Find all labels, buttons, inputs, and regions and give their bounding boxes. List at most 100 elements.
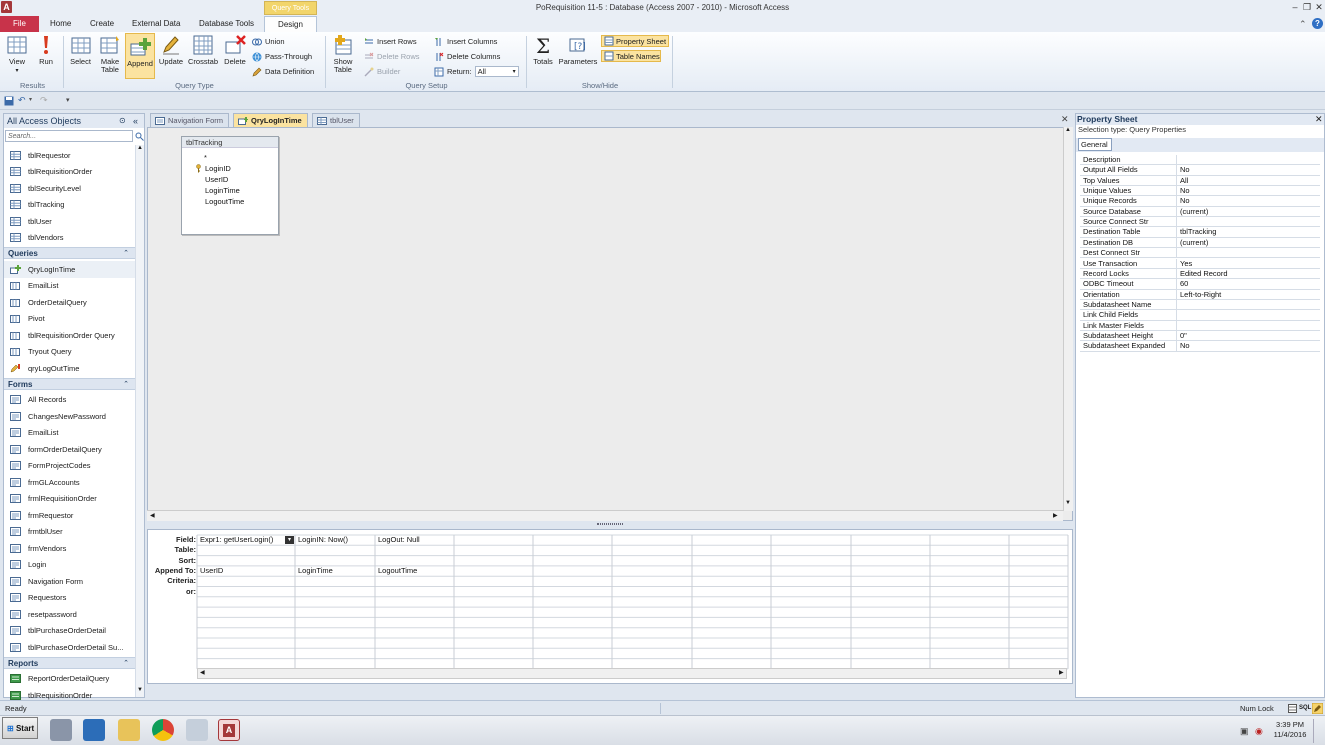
- field-logouttime[interactable]: LogoutTime: [182, 196, 278, 207]
- property-row[interactable]: Destination Table tblTracking: [1080, 227, 1320, 238]
- server-manager-icon[interactable]: [50, 719, 72, 741]
- property-sheet-button[interactable]: Property Sheet: [601, 35, 669, 47]
- nav-item-form[interactable]: frmtblUser: [4, 524, 135, 541]
- union-button[interactable]: Union: [252, 34, 322, 49]
- powershell-icon[interactable]: [83, 719, 105, 741]
- property-row[interactable]: Orientation Left-to-Right: [1080, 289, 1320, 300]
- property-row[interactable]: Top Values All: [1080, 175, 1320, 187]
- nav-group-queries[interactable]: Queries ⌃: [4, 247, 135, 259]
- field-logintime[interactable]: LoginTime: [182, 185, 278, 196]
- grid-field-cell[interactable]: LoginIN: Now(): [295, 535, 375, 545]
- field-dropdown-arrow[interactable]: ▾: [285, 536, 294, 544]
- view-button[interactable]: View ▾: [5, 34, 29, 75]
- nav-item-table[interactable]: tblSecurityLevel: [4, 180, 135, 197]
- tab-home[interactable]: Home: [44, 16, 77, 32]
- nav-item-table[interactable]: tblVendors: [4, 230, 135, 247]
- save-icon[interactable]: [4, 96, 14, 106]
- tab-file[interactable]: File: [0, 16, 39, 32]
- scroll-right-icon[interactable]: ▶: [1059, 669, 1064, 676]
- nav-item-table[interactable]: tblTracking: [4, 197, 135, 214]
- nav-pane-header[interactable]: All Access Objects ⊙ «: [4, 114, 144, 128]
- nav-item-form[interactable]: ChangesNewPassword: [4, 408, 135, 425]
- property-value[interactable]: 0": [1177, 331, 1187, 340]
- delete-query-button[interactable]: Delete: [222, 34, 248, 66]
- nav-item-form[interactable]: frmVendors: [4, 540, 135, 557]
- canvas-vertical-scrollbar[interactable]: ▲ ▼: [1063, 127, 1073, 511]
- nav-item-table[interactable]: tblRequisitionOrder: [4, 164, 135, 181]
- canvas-horizontal-scrollbar[interactable]: ◀ ▶: [147, 510, 1063, 521]
- property-row[interactable]: Destination DB (current): [1080, 237, 1320, 249]
- query-design-canvas[interactable]: [147, 127, 1073, 521]
- scroll-left-icon[interactable]: ◀: [200, 669, 205, 676]
- property-value[interactable]: No: [1177, 196, 1190, 205]
- nav-item-append-query[interactable]: QryLogInTime: [4, 261, 135, 278]
- nav-scrollbar[interactable]: ▲ ▼: [135, 145, 144, 697]
- property-value[interactable]: 60: [1177, 279, 1188, 288]
- property-row[interactable]: Description: [1080, 155, 1320, 166]
- scroll-left-icon[interactable]: ◀: [150, 512, 155, 519]
- delete-columns-button[interactable]: Delete Columns: [434, 49, 524, 64]
- start-button[interactable]: ⊞ Start: [2, 717, 38, 739]
- builder-button[interactable]: Builder: [364, 64, 434, 79]
- property-value[interactable]: (current): [1177, 207, 1208, 216]
- access-taskbar-icon[interactable]: A: [218, 719, 240, 741]
- append-query-button[interactable]: Append: [125, 33, 155, 79]
- property-row[interactable]: Subdatasheet Height 0": [1080, 330, 1320, 342]
- nav-item-form[interactable]: All Records: [4, 392, 135, 409]
- grid-horizontal-scrollbar[interactable]: ◀ ▶: [197, 668, 1067, 679]
- pinned-app-icon[interactable]: [186, 719, 208, 741]
- nav-item-report[interactable]: ReportOrderDetailQuery: [4, 671, 135, 688]
- system-clock[interactable]: 3:39 PM 11/4/2016: [1270, 720, 1310, 740]
- doc-tab-navigation-form[interactable]: Navigation Form: [150, 113, 230, 127]
- nav-item-form[interactable]: formOrderDetailQuery: [4, 441, 135, 458]
- field-all[interactable]: *: [182, 152, 278, 163]
- chrome-icon[interactable]: [152, 719, 174, 741]
- grid-append-to-cell[interactable]: LogoutTime: [375, 566, 454, 576]
- field-list-title[interactable]: tblTracking: [182, 137, 278, 148]
- delete-rows-button[interactable]: Delete Rows: [364, 49, 434, 64]
- property-value[interactable]: [1177, 217, 1180, 226]
- field-userid[interactable]: UserID: [182, 174, 278, 185]
- datasheet-view-icon[interactable]: [1288, 704, 1297, 713]
- insert-rows-button[interactable]: Insert Rows: [364, 34, 434, 49]
- close-document-icon[interactable]: ✕: [1061, 114, 1069, 125]
- property-row[interactable]: Unique Values No: [1080, 186, 1320, 197]
- sql-view-button[interactable]: SQL: [1299, 701, 1311, 716]
- insert-columns-button[interactable]: Insert Columns: [434, 34, 524, 49]
- property-value[interactable]: [1177, 300, 1180, 309]
- restore-icon[interactable]: ❐: [1301, 2, 1313, 13]
- undo-icon[interactable]: ↶: [18, 95, 26, 106]
- tab-database-tools[interactable]: Database Tools: [193, 16, 260, 32]
- tab-create[interactable]: Create: [84, 16, 120, 32]
- nav-search-input[interactable]: Search...: [5, 130, 133, 142]
- property-row[interactable]: ODBC Timeout 60: [1080, 279, 1320, 290]
- property-row[interactable]: Source Connect Str: [1080, 217, 1320, 228]
- property-row[interactable]: Use Transaction Yes: [1080, 258, 1320, 269]
- property-value[interactable]: (current): [1177, 238, 1208, 247]
- table-names-button[interactable]: Table Names: [601, 50, 661, 62]
- nav-item-table[interactable]: tblRequestor: [4, 147, 135, 164]
- grid-field-cell[interactable]: Expr1: getUserLogin(): [197, 535, 295, 545]
- update-query-button[interactable]: Update: [157, 34, 185, 66]
- tab-external-data[interactable]: External Data: [126, 16, 186, 32]
- nav-item-query[interactable]: tblRequisitionOrder Query: [4, 327, 135, 344]
- grid-append-to-cell[interactable]: LoginTime: [295, 566, 375, 576]
- property-value[interactable]: [1177, 155, 1180, 164]
- redo-icon[interactable]: ↷: [40, 95, 48, 106]
- chevron-down-icon[interactable]: ▾: [29, 96, 32, 103]
- nav-item-query[interactable]: EmailList: [4, 278, 135, 295]
- volume-tray-icon[interactable]: ◉: [1255, 726, 1263, 737]
- network-tray-icon[interactable]: ▣: [1240, 726, 1249, 737]
- property-value[interactable]: [1177, 310, 1180, 319]
- nav-item-form[interactable]: frmlRequisitionOrder: [4, 491, 135, 508]
- nav-item-form[interactable]: FormProjectCodes: [4, 458, 135, 475]
- pass-through-button[interactable]: Pass-Through: [252, 49, 322, 64]
- scroll-right-icon[interactable]: ▶: [1053, 512, 1058, 519]
- nav-group-reports[interactable]: Reports ⌃: [4, 656, 135, 669]
- show-desktop-button[interactable]: [1313, 719, 1325, 743]
- property-tab-general[interactable]: General: [1078, 138, 1112, 151]
- nav-item-form[interactable]: tblPurchaseOrderDetail: [4, 623, 135, 640]
- design-view-icon[interactable]: [1312, 703, 1323, 714]
- totals-button[interactable]: Σ Totals: [530, 34, 556, 66]
- help-icon[interactable]: ?: [1312, 18, 1323, 29]
